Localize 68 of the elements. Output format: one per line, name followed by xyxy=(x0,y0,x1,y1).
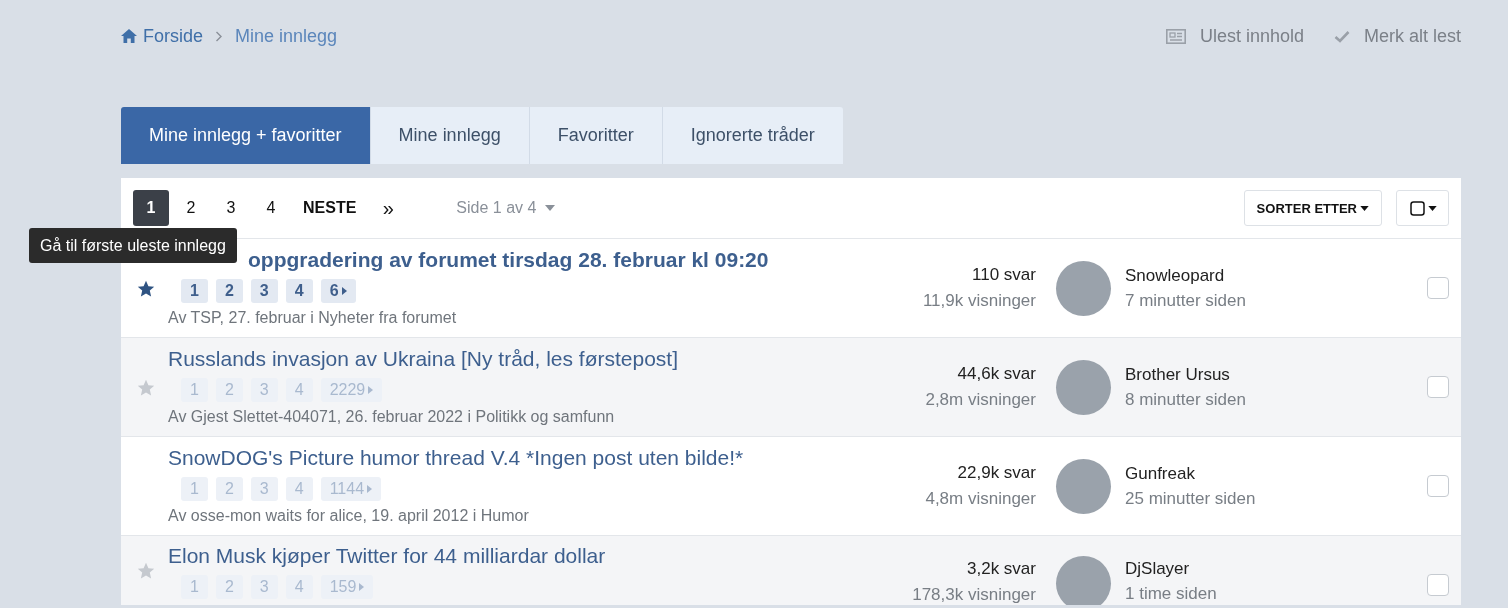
page-jump-dropdown[interactable]: Side 1 av 4 xyxy=(450,198,562,218)
check-icon xyxy=(1333,29,1350,43)
tab[interactable]: Favoritter xyxy=(529,107,663,164)
username-link[interactable]: Snowleopard xyxy=(1125,263,1427,288)
timestamp-link[interactable]: 25 minutter siden xyxy=(1125,486,1427,511)
last-page-link[interactable]: » xyxy=(370,190,407,226)
avatar-placeholder[interactable] xyxy=(1056,359,1111,415)
view-count: 4,8m visninger xyxy=(925,488,1036,510)
thread-meta-text: Av osse-mon waits for alice, 19. april 2012 i Humor xyxy=(168,506,530,526)
reply-count: 22,9k svar xyxy=(956,462,1036,484)
select-all-dropdown[interactable] xyxy=(1396,190,1449,226)
page-link[interactable]: 2 xyxy=(173,190,209,226)
reply-count: 3,2k svar xyxy=(966,558,1036,580)
triangle-icon xyxy=(359,583,365,591)
caret-icon xyxy=(1360,205,1369,211)
thread-meta-text: Av Gjest Slettet-404071, 26. februar 2022 i Politikk og samfunn xyxy=(168,407,616,427)
username-link[interactable]: DjSlayer xyxy=(1125,556,1427,581)
thread-title-link[interactable]: SnowDOG's Picture humor thread V.4 *Ingen post uten bilde!* xyxy=(168,445,926,471)
username-link[interactable]: Brother Ursus xyxy=(1125,362,1427,387)
page-link[interactable]: 4 xyxy=(253,190,289,226)
tab[interactable]: Mine innlegg xyxy=(370,107,530,164)
timestamp-link[interactable]: 8 minutter siden xyxy=(1125,387,1427,412)
checkbox[interactable] xyxy=(1427,277,1449,299)
thread-title-link[interactable]: Russlands invasjon av Ukraina [Ny tråd, les førstepost] xyxy=(168,346,926,372)
thread-meta-text: Av TSP, 27. februar i Nyheter fra forumet xyxy=(168,308,458,328)
newspaper-icon xyxy=(1165,28,1186,44)
tooltip: Gå til første uleste innlegg xyxy=(29,228,237,263)
star-icon[interactable] xyxy=(136,378,155,396)
triangle-icon xyxy=(367,485,373,493)
avatar-placeholder[interactable] xyxy=(1056,458,1111,514)
checkbox[interactable] xyxy=(1427,376,1449,398)
avatar-placeholder[interactable] xyxy=(1056,260,1111,316)
tab[interactable]: Ignorerte tråder xyxy=(662,107,843,164)
next-page-link[interactable]: NESTE xyxy=(293,190,367,226)
view-count: 2,8m visninger xyxy=(925,389,1036,411)
sort-button[interactable]: SORTER ETTER xyxy=(1243,190,1382,226)
chevron-icon xyxy=(215,30,224,42)
tab[interactable]: Mine innlegg + favoritter xyxy=(121,107,371,164)
breadcrumb-link[interactable]: Mine innlegg xyxy=(235,25,338,47)
view-count: 11,9k visninger xyxy=(922,290,1036,312)
home-icon xyxy=(121,29,137,43)
thread-page-link[interactable]: 1 xyxy=(181,279,208,303)
thread-page-link[interactable]: 2 xyxy=(215,279,243,303)
avatar-placeholder[interactable] xyxy=(1056,556,1111,605)
caret-icon xyxy=(1428,205,1437,211)
breadcrumb-link[interactable]: Forside xyxy=(121,25,204,47)
caret-icon xyxy=(545,205,556,211)
reply-count: 110 svar xyxy=(971,264,1036,286)
checkbox[interactable] xyxy=(1427,574,1449,596)
timestamp-link[interactable]: 1 time siden xyxy=(1125,581,1427,605)
star-icon[interactable] xyxy=(136,279,155,297)
view-count: 178,3k visninger xyxy=(912,584,1036,605)
page-link[interactable]: 3 xyxy=(213,190,249,226)
username-link[interactable]: Gunfreak xyxy=(1125,461,1427,486)
thread-page-link[interactable]: 4 xyxy=(285,279,313,303)
thread-title-link[interactable]: Elon Musk kjøper Twitter for 44 milliardar dollar xyxy=(168,543,913,569)
triangle-icon xyxy=(341,287,347,295)
thread-page-link[interactable]: 6 xyxy=(320,279,356,303)
timestamp-link[interactable]: 7 minutter siden xyxy=(1125,288,1427,313)
triangle-icon xyxy=(368,386,374,394)
reply-count: 44,6k svar xyxy=(956,363,1036,385)
header-link[interactable]: Ulest innhold xyxy=(1165,25,1304,47)
thread-page-link[interactable]: 3 xyxy=(250,279,278,303)
page-link[interactable]: 1 xyxy=(133,190,169,226)
star-icon[interactable] xyxy=(136,562,155,579)
checkbox-icon xyxy=(1410,200,1425,216)
checkbox[interactable] xyxy=(1427,475,1449,497)
header-link[interactable]: Merk alt lest xyxy=(1333,25,1461,47)
